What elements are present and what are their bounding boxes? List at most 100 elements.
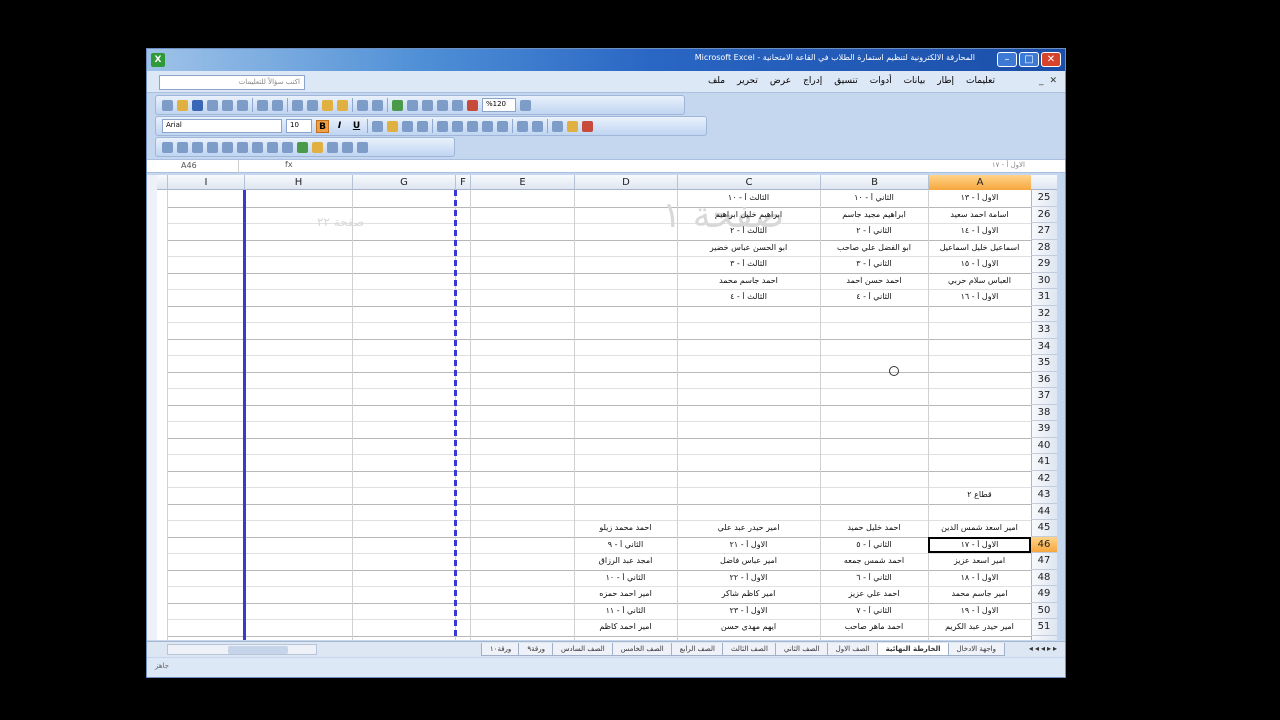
doc-minimize-icon[interactable]: _ [1039, 76, 1044, 86]
sheet-tab[interactable]: الصف الخامس [611, 643, 673, 656]
row-header[interactable]: 44 [1031, 504, 1057, 520]
cell-a45[interactable]: امير اسعد شمس الدين [928, 523, 1031, 532]
cell-a51[interactable]: امير حيدر عبد الكريم [928, 622, 1031, 631]
row-header[interactable]: 48 [1031, 570, 1057, 586]
format-painter-icon[interactable] [337, 99, 348, 111]
row-header[interactable]: 45 [1031, 520, 1057, 537]
cell-c51[interactable]: ايهم مهدي حسن [677, 622, 820, 631]
decrease-decimal-icon[interactable] [497, 120, 508, 132]
sort-descending-icon[interactable] [437, 99, 448, 111]
arrow-icon[interactable] [207, 141, 218, 153]
sheet-tab[interactable]: ورقة٩ [518, 643, 554, 656]
zoom-dropdown[interactable]: %120 [482, 98, 516, 112]
cell-b25[interactable]: الثاني أ - ١٠ [820, 193, 928, 202]
cell-b48[interactable]: الثاني أ - ٦ [820, 573, 928, 582]
sheet-tab[interactable]: الصف الاول [826, 643, 879, 656]
menu-item[interactable]: عرض [770, 76, 791, 86]
align-right-icon[interactable] [402, 120, 413, 132]
sheet-tab[interactable]: ورقة١٠ [480, 643, 521, 656]
column-header-c[interactable]: C [677, 175, 820, 190]
row-header[interactable]: 40 [1031, 438, 1057, 454]
vertical-scrollbar[interactable] [147, 175, 157, 640]
copy-icon[interactable] [307, 99, 318, 111]
shadow-icon[interactable] [357, 141, 368, 153]
open-icon[interactable] [177, 99, 188, 111]
cell-a30[interactable]: العباس سلام حربي [928, 276, 1031, 285]
row-header[interactable]: 39 [1031, 421, 1057, 438]
cell-d46[interactable]: الثاني أ - ٩ [574, 540, 677, 549]
cell-a25[interactable]: الاول أ - ١٣ [928, 193, 1031, 202]
print-preview-icon[interactable] [237, 99, 248, 111]
underline-button[interactable]: U [350, 120, 363, 133]
clipart-icon[interactable] [282, 141, 293, 153]
close-button[interactable]: ✕ [1041, 52, 1061, 67]
research-icon[interactable] [272, 99, 283, 111]
cell-c48[interactable]: الاول أ - ٢٢ [677, 573, 820, 582]
cell-b46[interactable]: الثاني أ - ٥ [820, 540, 928, 549]
cell-c50[interactable]: الاول أ - ٢٣ [677, 606, 820, 615]
font-name-dropdown[interactable]: Arial [162, 119, 282, 133]
cell-a29[interactable]: الاول أ - ١٥ [928, 259, 1031, 268]
row-header[interactable]: 26 [1031, 207, 1057, 223]
column-header-i[interactable]: I [167, 175, 244, 190]
row-header[interactable]: 25 [1031, 190, 1057, 207]
select-objects-icon[interactable] [162, 141, 173, 153]
align-center-icon[interactable] [387, 120, 398, 132]
scroll-thumb[interactable] [228, 646, 288, 654]
menu-item[interactable]: إدراج [803, 76, 822, 86]
cell-b27[interactable]: الثاني أ - ٢ [820, 226, 928, 235]
comma-style-icon[interactable] [467, 120, 478, 132]
cell-b29[interactable]: الثاني أ - ٣ [820, 259, 928, 268]
undo-icon[interactable] [357, 99, 368, 111]
picture-icon[interactable] [297, 141, 308, 153]
permission-icon[interactable] [207, 99, 218, 111]
cell-c47[interactable]: امير عباس فاضل [677, 556, 820, 565]
cell-b26[interactable]: ابراهيم مجيد جاسم [820, 210, 928, 219]
row-header[interactable]: 28 [1031, 240, 1057, 256]
cell-c26[interactable]: ابراهيم خليل ابراهيم [677, 210, 820, 219]
cell-d45[interactable]: احمد محمد زيلو [574, 523, 677, 532]
cell-a47[interactable]: امير اسعد عزيز [928, 556, 1031, 565]
increase-indent-icon[interactable] [532, 120, 543, 132]
cell-b51[interactable]: احمد ماهر صاحب [820, 622, 928, 631]
rectangle-icon[interactable] [222, 141, 233, 153]
help-icon[interactable] [520, 99, 531, 111]
bold-button[interactable]: B [316, 119, 329, 133]
sheet-tab[interactable]: الصف السادس [551, 643, 614, 656]
row-header[interactable]: 50 [1031, 603, 1057, 619]
cut-icon[interactable] [292, 99, 303, 111]
sort-ascending-icon[interactable] [422, 99, 433, 111]
cell-d47[interactable]: امجد عبد الرزاق [574, 556, 677, 565]
decrease-indent-icon[interactable] [517, 120, 528, 132]
excel-icon[interactable]: X [151, 53, 165, 67]
menu-item[interactable]: إطار [937, 76, 954, 86]
cell-d49[interactable]: امير احمد حمزه [574, 589, 677, 598]
maximize-button[interactable]: □ [1019, 52, 1039, 67]
print-icon[interactable] [222, 99, 233, 111]
cell-a31[interactable]: الاول أ - ١٦ [928, 292, 1031, 301]
help-search-input[interactable]: اكتب سؤالاً للتعليمات [159, 75, 305, 90]
sheet-tab[interactable]: واجهة الادخال [947, 643, 1005, 656]
wordart-icon[interactable] [267, 141, 278, 153]
row-header[interactable]: 37 [1031, 388, 1057, 405]
formula-input[interactable]: الاول أ - ١٧ [992, 161, 1025, 169]
row-header[interactable]: 38 [1031, 405, 1057, 421]
spelling-icon[interactable] [257, 99, 268, 111]
drawing-icon[interactable] [467, 99, 478, 111]
row-header[interactable]: 27 [1031, 223, 1057, 240]
cell-b45[interactable]: احمد خليل حميد [820, 523, 928, 532]
row-header[interactable]: 47 [1031, 553, 1057, 570]
cell-d51[interactable]: امير احمد كاظم [574, 622, 677, 631]
column-header-h[interactable]: H [244, 175, 352, 190]
row-header[interactable]: 43 [1031, 487, 1057, 504]
cell-c29[interactable]: الثالث أ - ٣ [677, 259, 820, 268]
autoshapes-icon[interactable] [177, 141, 188, 153]
cell-a26[interactable]: اسامة احمد سعيد [928, 210, 1031, 219]
line-icon[interactable] [192, 141, 203, 153]
sheet-tab[interactable]: الخارطة النهائية [876, 643, 950, 656]
tab-scroll-arrows-icon[interactable]: ◂◂◂▸▸ [1029, 644, 1059, 653]
increase-decimal-icon[interactable] [482, 120, 493, 132]
cell-c28[interactable]: ابو الحسن عباس خضير [677, 243, 820, 252]
row-header[interactable]: 34 [1031, 339, 1057, 355]
hyperlink-icon[interactable] [392, 99, 403, 111]
